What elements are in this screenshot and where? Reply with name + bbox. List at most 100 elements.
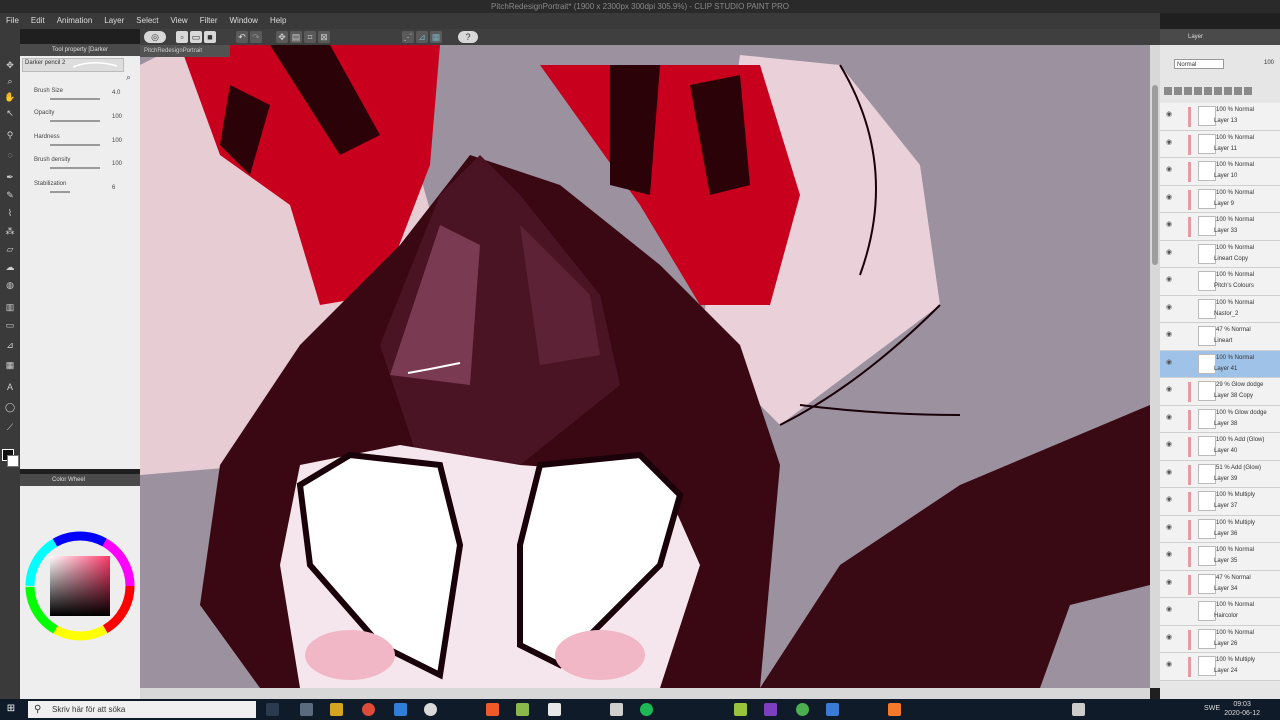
transform-icon[interactable]: ✥ xyxy=(276,31,288,43)
clip-studio-taskbar-icon[interactable] xyxy=(1072,703,1085,716)
layer-row[interactable]: ◉ 29 % Glow dodge Layer 38 Copy xyxy=(1160,378,1280,406)
prop-slider-brush-size[interactable] xyxy=(50,98,100,100)
visibility-eye-icon[interactable]: ◉ xyxy=(1166,194,1175,201)
mask-icon[interactable] xyxy=(1194,87,1202,95)
visibility-eye-icon[interactable]: ◉ xyxy=(1166,111,1175,118)
help-icon[interactable]: ? xyxy=(458,31,478,43)
selection-icon[interactable]: ⊠ xyxy=(318,31,330,43)
ruler-icon[interactable]: ⊿ xyxy=(416,31,428,43)
visibility-eye-icon[interactable]: ◉ xyxy=(1166,551,1175,558)
visibility-eye-icon[interactable]: ◉ xyxy=(1166,221,1175,228)
layer-opacity-value[interactable]: 100 xyxy=(1264,60,1274,66)
calculator-icon[interactable] xyxy=(300,703,313,716)
eraser-tool-icon[interactable]: ▱ xyxy=(4,243,16,255)
task-view-icon[interactable] xyxy=(266,703,279,716)
blend-tool-icon[interactable]: ☁ xyxy=(4,261,16,273)
clip-studio-icon[interactable]: ◎ xyxy=(144,31,166,43)
menu-select[interactable]: Select xyxy=(130,13,164,29)
layer-row[interactable]: ◉ 100 % Glow dodge Layer 38 xyxy=(1160,405,1280,433)
visibility-eye-icon[interactable]: ◉ xyxy=(1166,304,1175,311)
redo-icon[interactable]: ↷ xyxy=(250,31,262,43)
layer-row[interactable]: ◉ 100 % Normal Layer 13 xyxy=(1160,103,1280,131)
edge-icon[interactable] xyxy=(394,703,407,716)
new-file-icon[interactable]: ▫ xyxy=(176,31,188,43)
explorer-icon[interactable] xyxy=(548,703,561,716)
prop-value-stabilization[interactable]: 6 xyxy=(112,185,115,191)
prop-value-brush-density[interactable]: 100 xyxy=(112,161,122,167)
visibility-eye-icon[interactable]: ◉ xyxy=(1166,606,1175,613)
prop-slider-opacity[interactable] xyxy=(50,120,100,122)
visibility-eye-icon[interactable]: ◉ xyxy=(1166,469,1175,476)
operation-tool-icon[interactable]: ↖ xyxy=(4,107,16,119)
layer-row[interactable]: ◉ 100 % Normal Layer 35 xyxy=(1160,543,1280,571)
visibility-eye-icon[interactable]: ◉ xyxy=(1166,579,1175,586)
prop-value-brush-size[interactable]: 4.0 xyxy=(112,90,120,96)
visibility-eye-icon[interactable]: ◉ xyxy=(1166,441,1175,448)
visibility-eye-icon[interactable]: ◉ xyxy=(1166,496,1175,503)
correct-line-tool-icon[interactable]: ⟋ xyxy=(4,421,16,433)
crop-icon[interactable]: ⌗ xyxy=(304,31,316,43)
balloon-tool-icon[interactable]: ◯ xyxy=(4,401,16,413)
prop-slider-brush-density[interactable] xyxy=(50,167,100,169)
menu-edit[interactable]: Edit xyxy=(25,13,51,29)
new-folder-icon[interactable] xyxy=(1184,87,1192,95)
visibility-eye-icon[interactable]: ◉ xyxy=(1166,139,1175,146)
eyedropper-tool-icon[interactable]: ⚲ xyxy=(4,129,16,141)
layer-row[interactable]: ◉ 100 % Normal Pitch's Colours xyxy=(1160,268,1280,296)
layer-row[interactable]: ◉ 100 % Normal Layer 10 xyxy=(1160,158,1280,186)
visibility-eye-icon[interactable]: ◉ xyxy=(1166,249,1175,256)
visibility-eye-icon[interactable]: ◉ xyxy=(1166,331,1175,338)
tool-icon[interactable] xyxy=(734,703,747,716)
color-wheel[interactable] xyxy=(24,530,136,642)
blend-mode-select[interactable]: Normal xyxy=(1174,59,1224,69)
menu-animation[interactable]: Animation xyxy=(51,13,99,29)
fill-tool-icon[interactable]: ◍ xyxy=(4,279,16,291)
visibility-eye-icon[interactable]: ◉ xyxy=(1166,634,1175,641)
airbrush-tool-icon[interactable]: ⁂ xyxy=(4,225,16,237)
lock-icon[interactable] xyxy=(1214,87,1222,95)
layer-row[interactable]: ◉ 100 % Multiply Layer 37 xyxy=(1160,488,1280,516)
undo-icon[interactable]: ↶ xyxy=(236,31,248,43)
layer-row[interactable]: ◉ 100 % Normal Layer 33 xyxy=(1160,213,1280,241)
app-icon[interactable] xyxy=(516,703,529,716)
layer-row[interactable]: ◉ 100 % Normal Haircolor xyxy=(1160,598,1280,626)
language-indicator[interactable]: SWE xyxy=(1204,705,1220,712)
frame-tool-icon[interactable]: ▦ xyxy=(4,359,16,371)
clock-icon[interactable] xyxy=(424,703,437,716)
clip-icon[interactable] xyxy=(1204,87,1212,95)
reference-icon[interactable] xyxy=(1224,87,1232,95)
text-tool-icon[interactable]: A xyxy=(4,381,16,393)
scroll-thumb[interactable] xyxy=(1152,85,1158,265)
visibility-eye-icon[interactable]: ◉ xyxy=(1166,276,1175,283)
menu-file[interactable]: File xyxy=(0,13,25,29)
prop-value-opacity[interactable]: 100 xyxy=(112,114,122,120)
layer-row[interactable]: ◉ 100 % Normal Layer 41 xyxy=(1160,350,1280,378)
layer-row[interactable]: ◉ 100 % Normal Lineart Copy xyxy=(1160,240,1280,268)
brush-tool-icon[interactable]: ⌇ xyxy=(4,207,16,219)
menu-view[interactable]: View xyxy=(165,13,194,29)
layer-row[interactable]: ◉ 100 % Normal Layer 9 xyxy=(1160,185,1280,213)
snap-icon[interactable]: ⋰ xyxy=(402,31,414,43)
layer-row[interactable]: ◉ 100 % Add (Glow) Layer 40 xyxy=(1160,433,1280,461)
pen-tool-icon[interactable]: ✒ xyxy=(4,171,16,183)
visibility-eye-icon[interactable]: ◉ xyxy=(1166,386,1175,393)
menu-help[interactable]: Help xyxy=(264,13,292,29)
layer-row[interactable]: ◉ 100 % Multiply Layer 36 xyxy=(1160,515,1280,543)
gradient-tool-icon[interactable]: ▥ xyxy=(4,301,16,313)
taskbar-search-box[interactable]: ⚲ Skriv här för att söka xyxy=(28,701,256,718)
clock[interactable]: 09:03 2020-06-12 xyxy=(1224,700,1260,718)
grid-icon[interactable]: ▦ xyxy=(430,31,442,43)
pencil-tool-icon[interactable]: ✎ xyxy=(4,189,16,201)
visibility-eye-icon[interactable]: ◉ xyxy=(1166,661,1175,668)
layer-row[interactable]: ◉ 100 % Multiply Layer 24 xyxy=(1160,653,1280,681)
prop-slider-hardness[interactable] xyxy=(50,144,100,146)
layer-row[interactable]: ◉ 47 % Normal Lineart xyxy=(1160,323,1280,351)
new-layer-icon[interactable] xyxy=(1164,87,1172,95)
prop-slider-stabilization[interactable] xyxy=(50,191,70,193)
windows-start-icon[interactable]: ⊞ xyxy=(4,702,18,716)
layer-row[interactable]: ◉ 100 % Normal Layer 11 xyxy=(1160,130,1280,158)
figure-tool-icon[interactable]: ▭ xyxy=(4,319,16,331)
canvas-tab[interactable]: PitchRedesignPortrait xyxy=(140,45,230,57)
drawing-canvas[interactable] xyxy=(140,45,1150,688)
layer-row[interactable]: ◉ 100 % Normal Nastor_2 xyxy=(1160,295,1280,323)
